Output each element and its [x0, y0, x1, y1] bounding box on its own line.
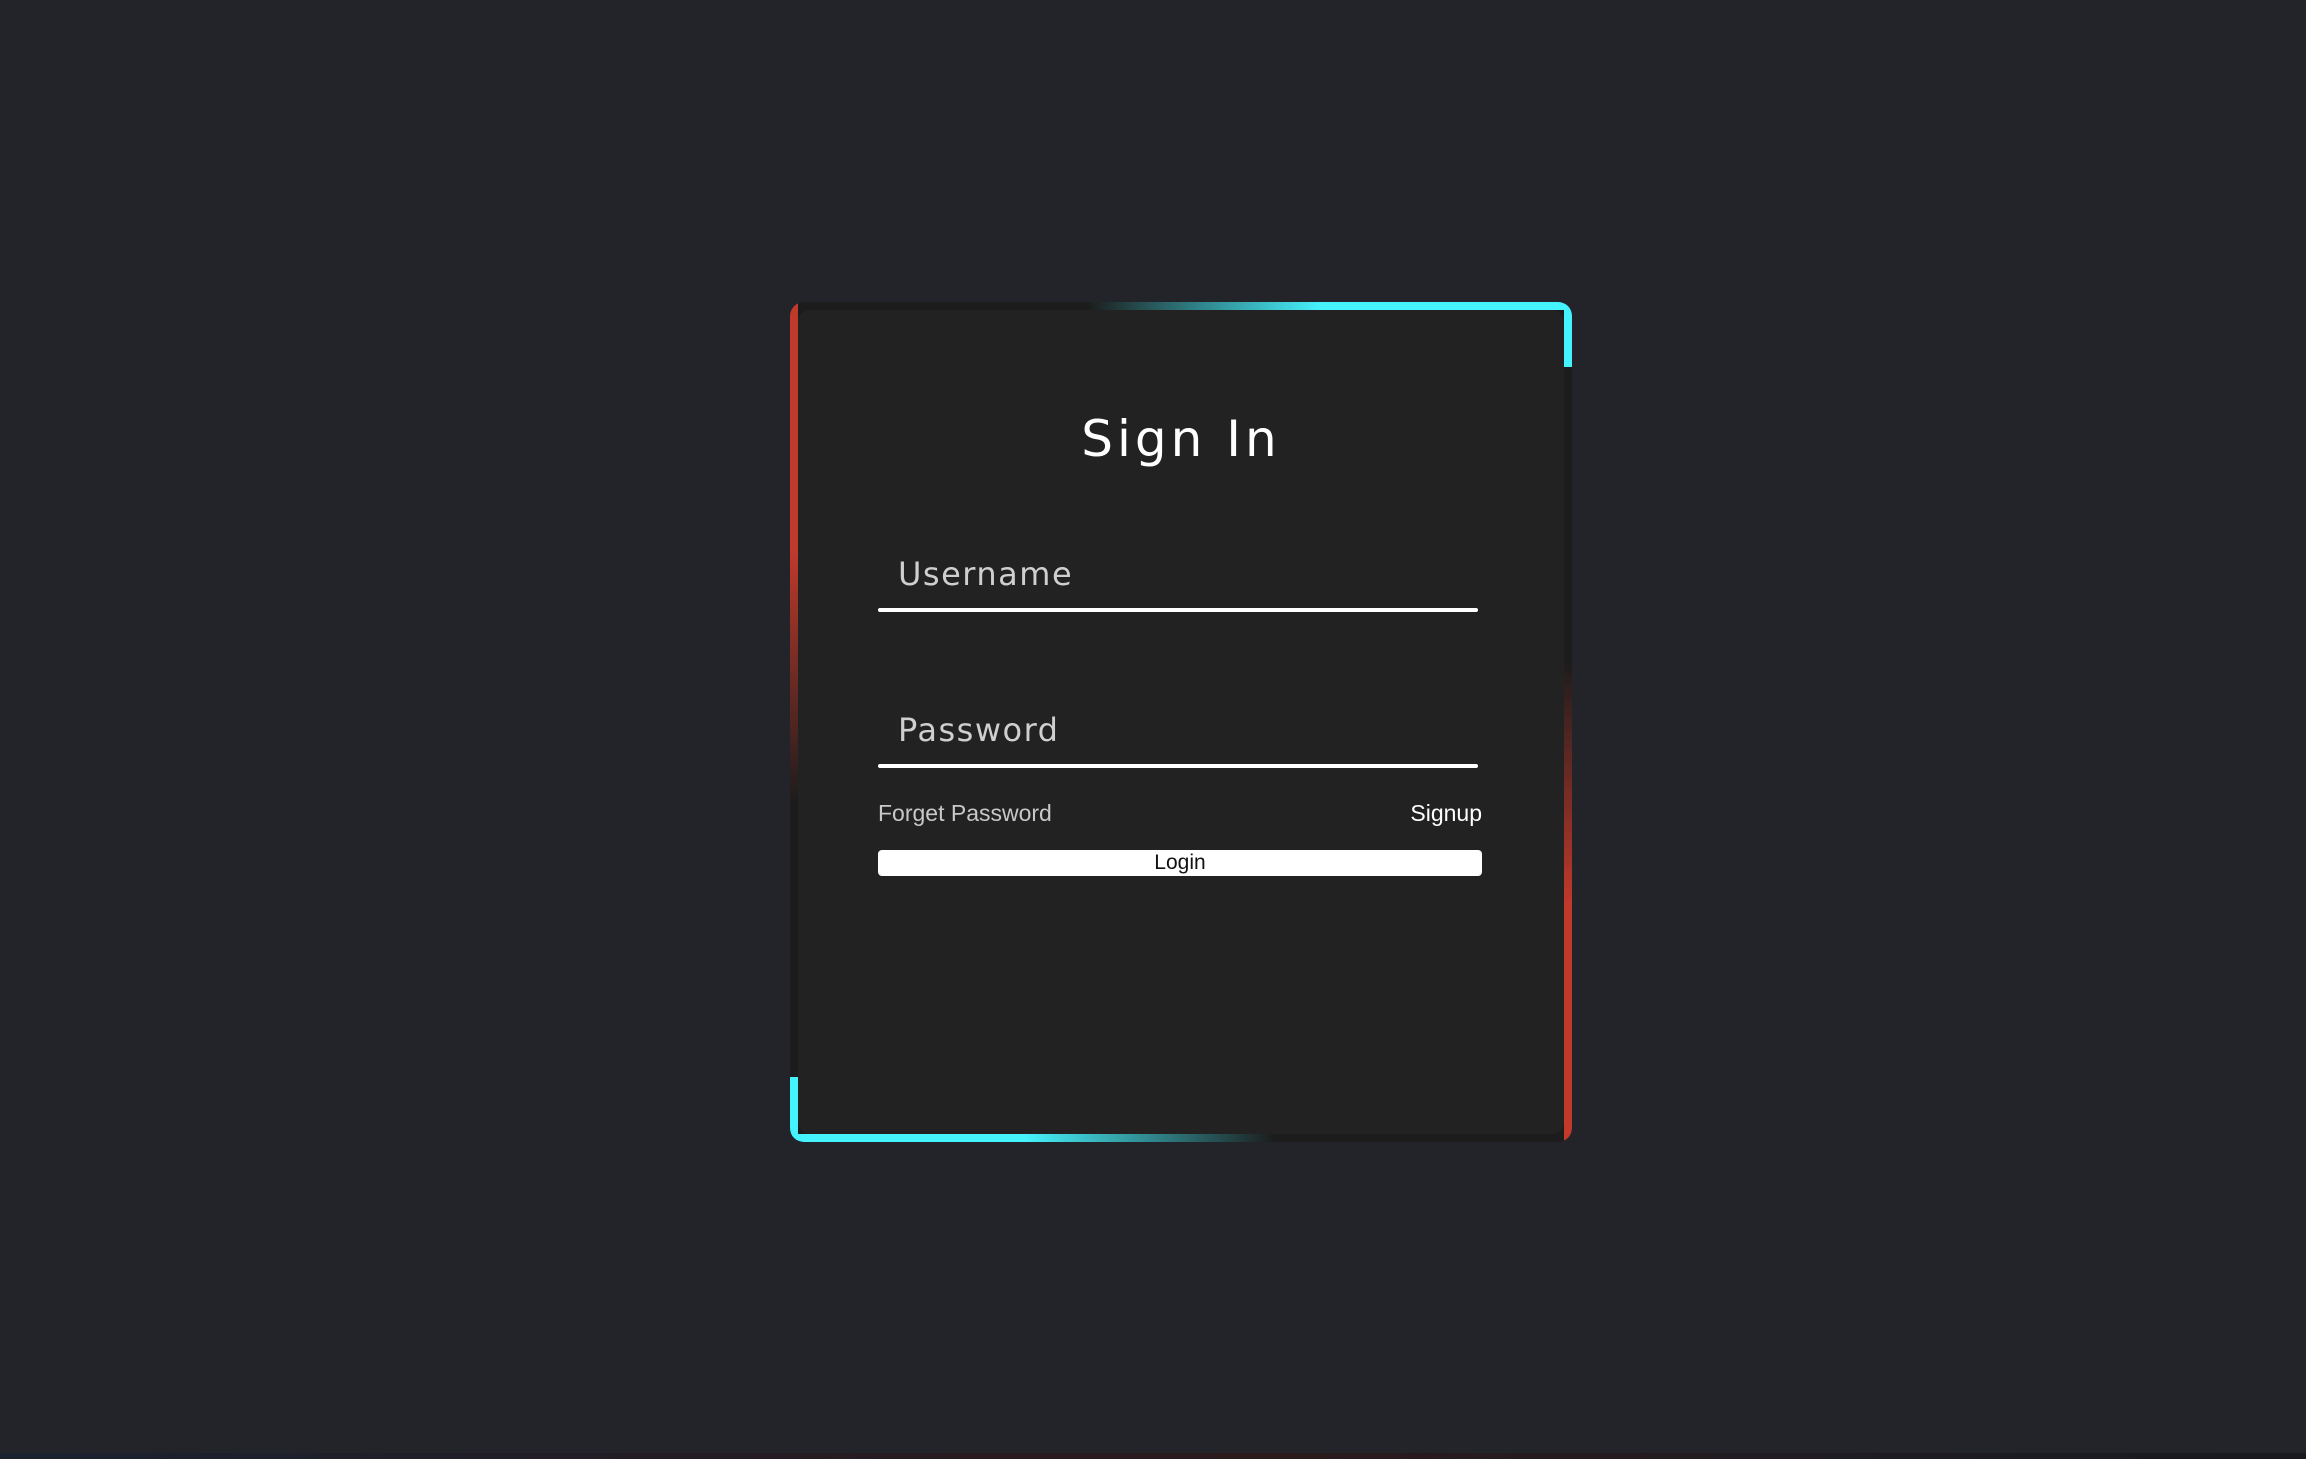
login-card: Sign In Forget Password Signup Login	[790, 302, 1572, 1142]
animated-border-right	[1564, 662, 1572, 1142]
username-underline	[878, 608, 1478, 612]
signup-link[interactable]: Signup	[1410, 800, 1482, 827]
bottom-edge-strip	[0, 1453, 2306, 1459]
login-form: Sign In Forget Password Signup Login	[798, 310, 1564, 1134]
username-field	[878, 540, 1478, 612]
links-row: Forget Password Signup	[878, 800, 1482, 830]
animated-border-left	[790, 302, 798, 802]
page: Sign In Forget Password Signup Login	[0, 0, 2306, 1459]
page-title: Sign In	[1081, 410, 1281, 468]
forgot-password-link[interactable]: Forget Password	[878, 800, 1052, 827]
login-button[interactable]: Login	[878, 850, 1482, 876]
username-input[interactable]	[878, 540, 1478, 608]
password-underline	[878, 764, 1478, 768]
password-input[interactable]	[878, 696, 1478, 764]
animated-border-left-cyan	[790, 1077, 798, 1142]
animated-border-right-cyan	[1564, 302, 1572, 367]
password-field	[878, 696, 1478, 768]
animated-border-top	[790, 302, 1572, 310]
animated-border-bottom	[790, 1134, 1572, 1142]
